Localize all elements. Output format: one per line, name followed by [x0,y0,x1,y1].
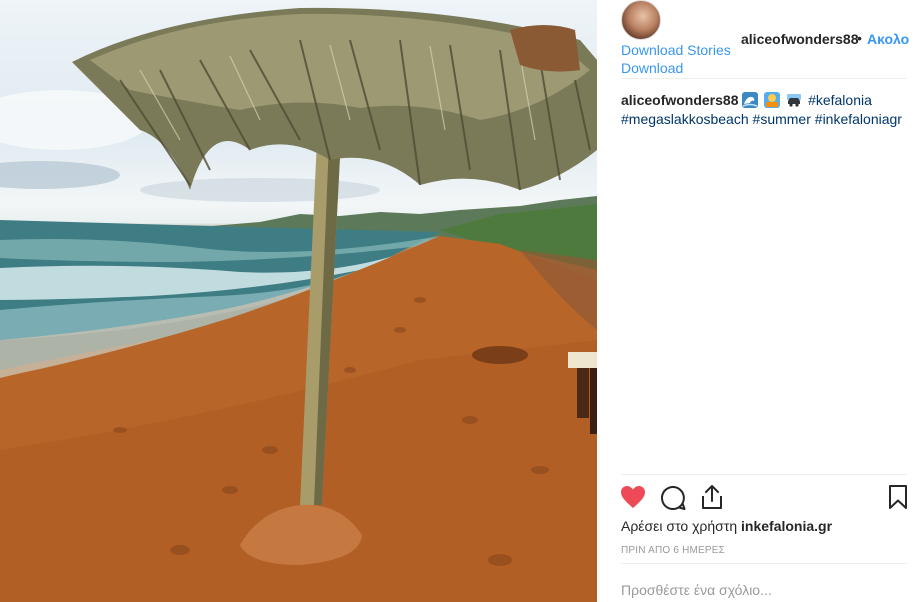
actions-divider [621,474,907,475]
likes-prefix: Αρέσει στο χρήστη [621,518,738,534]
post-caption: aliceofwonders88 #kefalonia #megaslakkos… [621,91,911,129]
beach-umbrella-photo [0,7,597,602]
wave-icon [742,92,759,108]
hashtag-link[interactable]: #megaslakkosbeach [621,111,749,127]
post-side-panel: Download Stories Download aliceofwonders… [597,0,917,602]
post-timestamp[interactable]: ΠΡΙΝ ΑΠΟ 6 ΗΜΕΡΕΣ [621,545,725,556]
hashtag-link[interactable]: #inkefaloniagr [815,111,902,127]
likes-summary: Αρέσει στο χρήστη inkefalonia.gr [621,518,832,534]
comment-divider [621,563,907,564]
bookmark-icon[interactable] [888,485,908,510]
beach-car-icon [787,94,802,107]
header-separator-dot: • [857,30,862,46]
header-divider [621,78,907,79]
download-link[interactable]: Download [621,60,683,76]
post-photo[interactable] [0,0,597,602]
comment-icon[interactable] [660,485,686,511]
download-stories-link[interactable]: Download Stories [621,42,731,58]
likes-user[interactable]: inkefalonia.gr [741,518,832,534]
post-author-username[interactable]: aliceofwonders88 [741,31,859,47]
caption-username[interactable]: aliceofwonders88 [621,92,739,108]
comment-input[interactable] [621,582,901,598]
follow-button[interactable]: Ακολο [867,31,909,47]
hashtag-link[interactable]: #summer [753,111,811,127]
share-icon[interactable] [700,484,724,510]
hashtag-link[interactable]: #kefalonia [808,92,872,108]
heart-icon[interactable] [620,485,646,509]
avatar[interactable] [621,0,661,40]
person-sunbathing-icon [764,92,781,108]
